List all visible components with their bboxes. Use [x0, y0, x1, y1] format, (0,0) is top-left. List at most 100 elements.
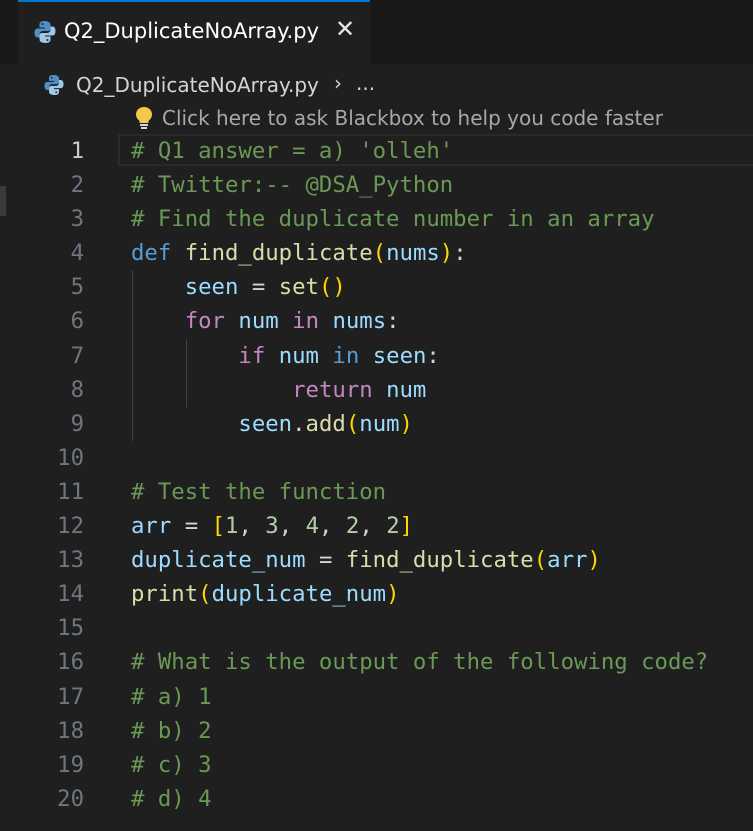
line-number: 16: [57, 649, 84, 676]
code-token: :: [453, 240, 467, 267]
code-token: # Twitter:-- @DSA_Python: [131, 172, 454, 199]
code-line[interactable]: 3 # Find the duplicate number in an array: [0, 202, 753, 236]
code-token: num: [238, 308, 279, 335]
code-line[interactable]: 4 def find_duplicate(nums):: [0, 236, 753, 270]
code-token: # c) 3: [131, 751, 212, 778]
code-token: duplicate_num: [211, 581, 387, 608]
lightbulb-icon: [136, 107, 152, 129]
code-line[interactable]: 6 for num in nums:: [0, 304, 753, 338]
code-token: for: [184, 308, 225, 335]
line-number: 7: [70, 342, 84, 369]
code-token: 2: [345, 513, 360, 540]
code-line[interactable]: 14 print(duplicate_num): [0, 577, 753, 611]
code-token: 4: [305, 513, 320, 540]
code-line[interactable]: 17 # a) 1: [0, 680, 753, 714]
line-number: 1: [70, 138, 84, 164]
code-token: nums: [332, 308, 387, 335]
code-token: ): [439, 240, 454, 267]
code-line[interactable]: 5 seen = set(): [0, 270, 753, 304]
code-token: arr: [547, 547, 588, 574]
code-text: seen = set(): [131, 270, 346, 304]
code-token: # Q1 answer = a) 'olleh': [131, 138, 454, 164]
code-line[interactable]: 7 if num in seen:: [0, 339, 753, 373]
code-token: def: [131, 240, 172, 267]
code-line[interactable]: 15: [0, 611, 753, 645]
line-number: 9: [70, 410, 84, 437]
code-line[interactable]: 16 # What is the output of the following …: [0, 645, 753, 679]
indent-guide: [185, 338, 187, 407]
line-number: 6: [70, 308, 84, 335]
code-token: ): [386, 581, 400, 608]
code-token: # d) 4: [131, 785, 212, 812]
code-token: find_duplicate: [184, 240, 373, 267]
code-token: set: [278, 274, 319, 301]
line-number: 12: [57, 513, 84, 540]
codelens-text: Click here to ask Blackbox to help you c…: [162, 106, 663, 130]
code-token: ): [399, 410, 413, 437]
code-line[interactable]: 19 # c) 3: [0, 748, 753, 782]
code-text: print(duplicate_num): [131, 577, 400, 611]
tab-title: Q2_DuplicateNoArray.py: [64, 19, 319, 43]
code-line[interactable]: 2 # Twitter:-- @DSA_Python: [0, 168, 753, 202]
code-line[interactable]: 11 # Test the function: [0, 475, 753, 509]
code-line[interactable]: 13 duplicate_num = find_duplicate(arr): [0, 543, 753, 577]
code-line[interactable]: 18 # b) 2: [0, 714, 753, 748]
code-token: =: [171, 513, 212, 540]
line-number: 2: [70, 172, 84, 199]
code-token: (: [372, 240, 387, 267]
code-token: (: [198, 581, 212, 608]
code-token: :: [386, 308, 400, 335]
code-line[interactable]: 9 seen.add(num): [0, 407, 753, 441]
code-token: seen: [238, 410, 293, 437]
blackbox-codelens[interactable]: Click here to ask Blackbox to help you c…: [134, 106, 663, 134]
code-token: in: [292, 308, 319, 335]
python-icon: [34, 21, 56, 43]
code-token: # Find the duplicate number in an array: [131, 206, 655, 233]
code-text: seen.add(num): [131, 407, 413, 441]
line-number: 13: [57, 547, 84, 574]
code-token: ,: [359, 513, 387, 540]
code-editor[interactable]: 1 # Q1 answer = a) 'olleh' 2 # Twitter:-- @…: [0, 134, 753, 816]
code-line[interactable]: 1 # Q1 answer = a) 'olleh': [0, 134, 753, 168]
code-token: nums: [386, 240, 440, 267]
code-text: # d) 4: [131, 782, 212, 816]
code-token: ,: [319, 513, 346, 540]
python-icon: [44, 75, 64, 95]
code-text: arr = [1, 3, 4, 2, 2]: [131, 509, 413, 543]
code-token: num: [386, 376, 427, 403]
code-token: =: [305, 547, 346, 574]
code-token: # b) 2: [131, 717, 212, 744]
breadcrumb-file[interactable]: Q2_DuplicateNoArray.py: [76, 73, 319, 97]
code-token: print: [131, 581, 199, 608]
code-token: ,: [238, 513, 266, 540]
code-text: def find_duplicate(nums):: [131, 236, 467, 270]
code-token: arr: [131, 513, 172, 540]
code-line[interactable]: 8 return num: [0, 373, 753, 407]
code-line[interactable]: 10: [0, 441, 753, 475]
breadcrumb-more[interactable]: ...: [356, 71, 375, 95]
line-number: 3: [70, 206, 84, 233]
code-token: num: [359, 410, 400, 437]
line-number: 11: [57, 478, 84, 505]
line-number: 4: [70, 240, 84, 267]
code-token: 1: [225, 513, 239, 540]
code-token: ): [587, 547, 601, 574]
code-token: (): [318, 274, 346, 301]
code-line[interactable]: 20 # d) 4: [0, 782, 753, 816]
tab-q2-duplicate[interactable]: Q2_DuplicateNoArray.py ✕: [18, 0, 370, 64]
line-number: 15: [57, 615, 84, 642]
code-text: # Find the duplicate number in an array: [131, 202, 655, 236]
line-number: 14: [57, 581, 84, 608]
code-text: # Q1 answer = a) 'olleh': [131, 134, 453, 168]
code-token: ]: [399, 513, 414, 540]
code-token: :: [426, 342, 440, 369]
code-line[interactable]: 12 arr = [1, 3, 4, 2, 2]: [0, 509, 753, 543]
close-icon[interactable]: ✕: [332, 16, 358, 42]
